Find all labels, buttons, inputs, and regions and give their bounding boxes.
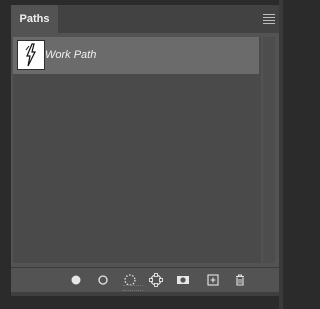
filled-circle-icon [71, 275, 81, 285]
mask-icon [177, 276, 189, 284]
panel-bottom-edge [11, 292, 279, 296]
add-mask-button[interactable] [175, 272, 191, 288]
resize-grip[interactable] [123, 285, 143, 291]
panel-tab-bar: Paths [11, 5, 279, 33]
trash-icon [236, 274, 244, 286]
panel-menu-icon[interactable] [263, 14, 275, 24]
fill-path-button[interactable] [68, 272, 84, 288]
path-thumbnail-icon [17, 40, 45, 70]
tab-paths-label: Paths [19, 13, 50, 25]
path-name-label[interactable]: Work Path [45, 37, 96, 74]
new-path-button[interactable] [205, 272, 221, 288]
delete-path-button[interactable] [232, 272, 248, 288]
panel-footer [11, 267, 279, 293]
make-work-path-button[interactable] [148, 272, 164, 288]
new-path-icon [207, 274, 219, 286]
paths-list: Work Path [13, 37, 261, 263]
hollow-circle-icon [98, 275, 108, 285]
scrollbar[interactable] [263, 37, 275, 263]
stroke-path-button[interactable] [95, 272, 111, 288]
left-edge [0, 0, 11, 309]
paths-panel: Paths Work Path [11, 5, 279, 293]
tab-paths[interactable]: Paths [11, 5, 58, 33]
right-edge [279, 0, 283, 309]
path-anchor-icon [149, 273, 163, 287]
path-row-work-path[interactable]: Work Path [13, 37, 259, 74]
